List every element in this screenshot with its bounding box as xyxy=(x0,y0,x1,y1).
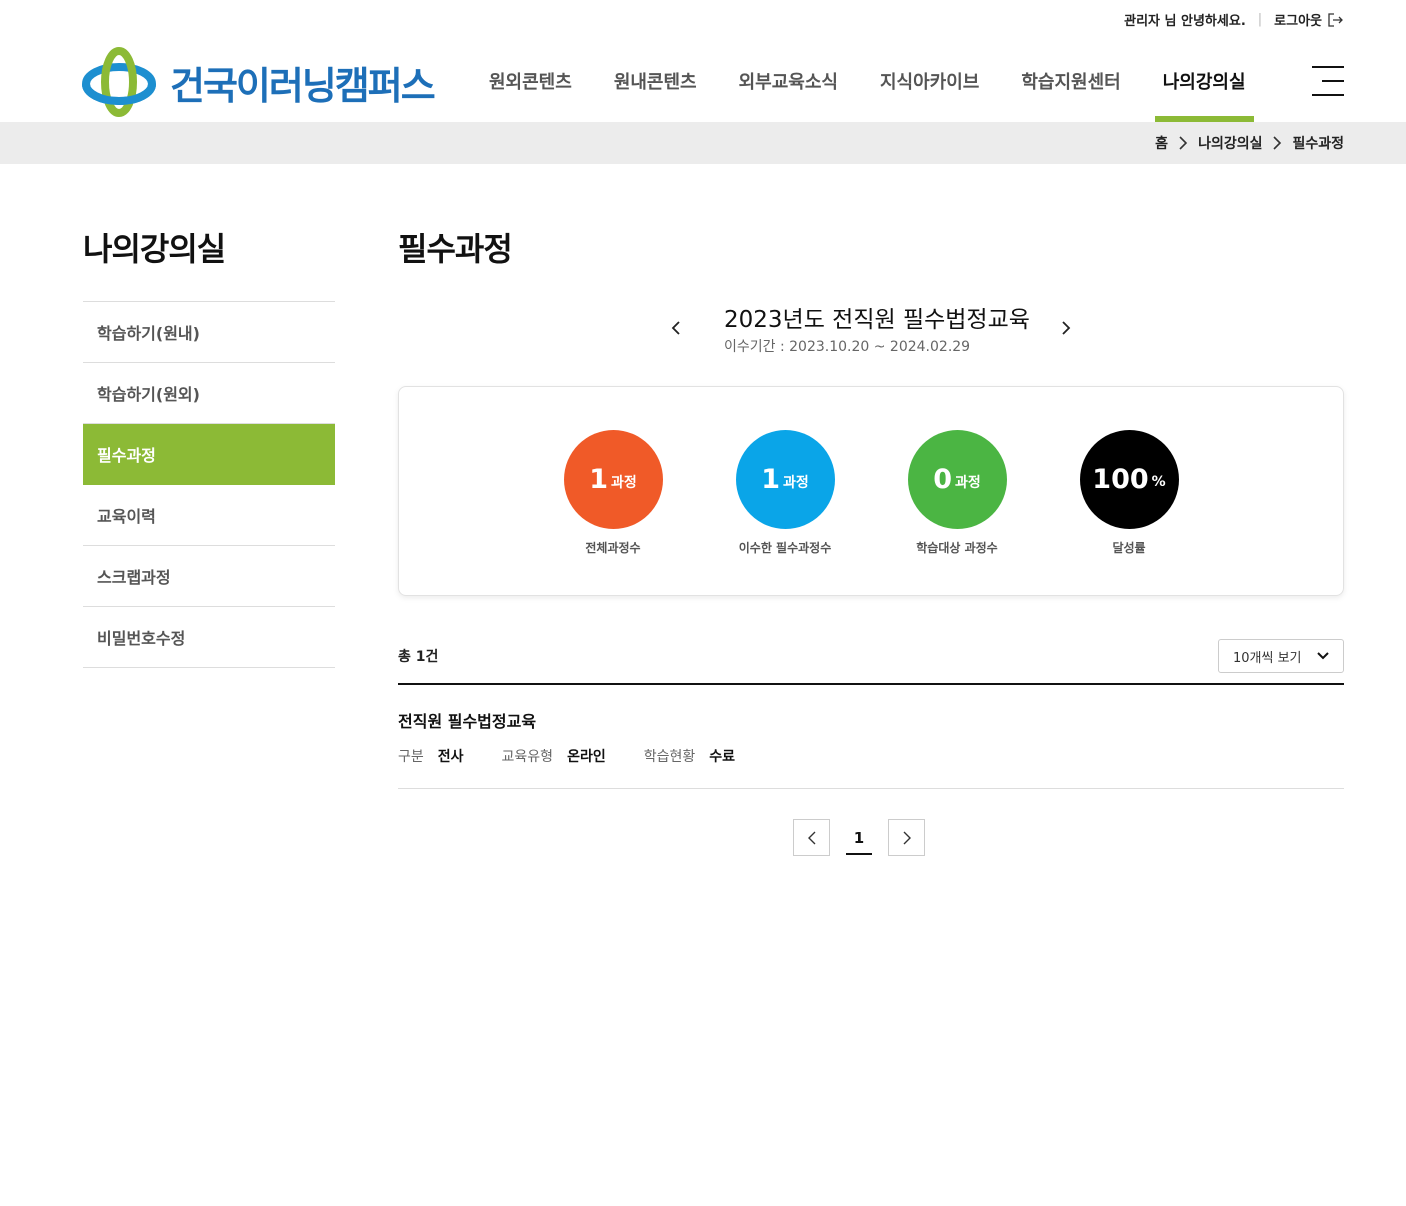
list-item: 전직원 필수법정교육 구분 전사 교육유형 온라인 학습현황 수료 xyxy=(398,685,1344,789)
nav-item-learning-support[interactable]: 학습지원센터 xyxy=(1000,40,1141,122)
logout-link[interactable]: 로그아웃 xyxy=(1274,10,1344,29)
chevron-left-icon xyxy=(807,831,815,844)
page-title: 필수과정 xyxy=(398,230,513,268)
nav-label: 원외콘텐츠 xyxy=(489,72,572,93)
breadcrumb-current: 필수과정 xyxy=(1292,136,1344,152)
stat-value: 1 xyxy=(761,464,781,495)
sidebar-item-learn-internal[interactable]: 학습하기(원내) xyxy=(83,302,335,363)
year-title: 2023년도 전직원 필수법정교육 xyxy=(724,307,1030,333)
logout-icon xyxy=(1328,12,1343,27)
chevron-left-icon xyxy=(671,321,680,335)
meta-value: 온라인 xyxy=(567,749,606,765)
sidebar-item-required-courses[interactable]: 필수과정 xyxy=(83,424,335,485)
total-count: 총 1건 xyxy=(398,649,439,665)
stat-total-courses: 1 과정 전체과정수 xyxy=(543,430,683,556)
meta-key: 구분 xyxy=(398,749,424,765)
stat-value: 1 xyxy=(589,464,609,495)
stat-label: 학습대상 과정수 xyxy=(916,541,998,555)
meta-learning-status: 학습현황 수료 xyxy=(644,746,735,766)
year-prev-button[interactable] xyxy=(666,316,686,340)
utility-bar: 관리자 님 안녕하세요. | 로그아웃 xyxy=(1124,10,1344,29)
sidebar-item-label: 스크랩과정 xyxy=(97,568,171,587)
course-list: 전직원 필수법정교육 구분 전사 교육유형 온라인 학습현황 수료 xyxy=(398,683,1344,789)
completion-period: 이수기간 : 2023.10.20 ~ 2024.02.29 xyxy=(724,339,971,355)
meta-category: 구분 전사 xyxy=(398,746,464,766)
year-selector: 2023년도 전직원 필수법정교육 이수기간 : 2023.10.20 ~ 20… xyxy=(398,298,1344,358)
stat-circle: 0 과정 xyxy=(907,430,1007,529)
logout-label: 로그아웃 xyxy=(1274,14,1322,29)
stat-unit: 과정 xyxy=(611,474,637,491)
sidebar-item-label: 학습하기(원내) xyxy=(97,324,200,343)
nav-item-knowledge-archive[interactable]: 지식아카이브 xyxy=(859,40,1000,122)
stat-unit: % xyxy=(1151,473,1166,490)
nav-label: 나의강의실 xyxy=(1162,72,1246,93)
hamburger-menu-icon[interactable] xyxy=(1312,66,1344,98)
chevron-right-icon xyxy=(1272,135,1282,151)
nav-label: 지식아카이브 xyxy=(879,72,980,93)
meta-education-type: 교육유형 온라인 xyxy=(502,746,606,766)
greeting-text: 관리자 님 안녕하세요. xyxy=(1124,14,1246,29)
stat-unit: 과정 xyxy=(783,474,809,491)
breadcrumb-my-classroom[interactable]: 나의강의실 xyxy=(1198,133,1262,153)
meta-value: 전사 xyxy=(437,749,464,765)
stat-circle: 1 과정 xyxy=(735,430,835,529)
nav-label: 학습지원센터 xyxy=(1021,72,1121,93)
nav-item-external-content[interactable]: 원외콘텐츠 xyxy=(468,40,593,122)
nav-item-external-news[interactable]: 외부교육소식 xyxy=(718,40,859,122)
sidebar-item-label: 교육이력 xyxy=(97,507,156,526)
site-header: 건국이러닝캠퍼스 원외콘텐츠 원내콘텐츠 외부교육소식 지식아카이브 학습지원센… xyxy=(0,40,1406,122)
stats-panel: 1 과정 전체과정수 1 과정 이수한 필수과정수 0 과정 학습대상 과정수 100… xyxy=(398,386,1344,596)
page-size-value: 10개씩 보기 xyxy=(1233,650,1302,666)
chevron-right-icon xyxy=(1178,135,1188,151)
stat-label: 달성률 xyxy=(1112,541,1146,555)
sidebar-item-label: 비밀번호수정 xyxy=(97,629,186,648)
stat-label: 이수한 필수과정수 xyxy=(738,541,832,555)
logo-text: 건국이러닝캠퍼스 xyxy=(170,63,436,108)
sidebar-item-learn-external[interactable]: 학습하기(원외) xyxy=(83,363,335,424)
sidebar-item-scrap-courses[interactable]: 스크랩과정 xyxy=(83,546,335,607)
nav-item-my-classroom[interactable]: 나의강의실 xyxy=(1142,40,1267,122)
page-next-button[interactable] xyxy=(888,819,925,856)
sidebar-item-label: 학습하기(원외) xyxy=(97,385,200,404)
nav-label: 원내콘텐츠 xyxy=(613,72,697,93)
meta-key: 학습현황 xyxy=(643,749,696,765)
sidebar-nav: 학습하기(원내) 학습하기(원외) 필수과정 교육이력 스크랩과정 비밀번호수정 xyxy=(83,301,335,668)
main-nav: 원외콘텐츠 원내콘텐츠 외부교육소식 지식아카이브 학습지원센터 나의강의실 xyxy=(468,40,1267,122)
breadcrumb-home[interactable]: 홈 xyxy=(1155,133,1168,153)
stat-value: 100 xyxy=(1092,464,1149,495)
sidebar-item-label: 필수과정 xyxy=(97,446,156,465)
sidebar-item-education-history[interactable]: 교육이력 xyxy=(83,485,335,546)
stat-completed-courses: 1 과정 이수한 필수과정수 xyxy=(715,430,855,556)
sidebar-title: 나의강의실 xyxy=(83,230,226,268)
course-meta: 구분 전사 교육유형 온라인 학습현황 수료 xyxy=(398,746,773,766)
page-size-select[interactable]: 10개씩 보기 xyxy=(1218,639,1344,673)
stat-unit: 과정 xyxy=(955,474,981,491)
meta-key: 교육유형 xyxy=(501,749,554,765)
stat-target-courses: 0 과정 학습대상 과정수 xyxy=(887,430,1027,556)
breadcrumb: 홈 나의강의실 필수과정 xyxy=(1155,122,1344,164)
stat-achievement-rate: 100% 달성률 xyxy=(1059,430,1199,556)
nav-item-internal-content[interactable]: 원내콘텐츠 xyxy=(593,40,718,122)
logo-emblem-icon xyxy=(82,47,156,117)
stat-label: 전체과정수 xyxy=(585,541,641,555)
chevron-right-icon xyxy=(1062,321,1071,335)
page-number-current[interactable]: 1 xyxy=(836,819,882,856)
chevron-right-icon xyxy=(903,831,911,844)
breadcrumb-bar: 홈 나의강의실 필수과정 xyxy=(0,122,1406,164)
stat-circle: 1 과정 xyxy=(563,430,663,529)
page-prev-button[interactable] xyxy=(793,819,830,856)
nav-label: 외부교육소식 xyxy=(738,72,838,93)
year-next-button[interactable] xyxy=(1056,316,1076,340)
stat-circle: 100% xyxy=(1079,430,1179,529)
site-logo[interactable]: 건국이러닝캠퍼스 xyxy=(82,46,436,118)
stat-value: 0 xyxy=(933,464,953,495)
pagination: 1 xyxy=(793,819,925,856)
divider: | xyxy=(1257,12,1263,27)
course-title-link[interactable]: 전직원 필수법정교육 xyxy=(398,708,536,732)
sidebar-item-change-password[interactable]: 비밀번호수정 xyxy=(83,607,335,668)
meta-value: 수료 xyxy=(709,749,735,765)
chevron-down-icon xyxy=(1317,652,1329,660)
